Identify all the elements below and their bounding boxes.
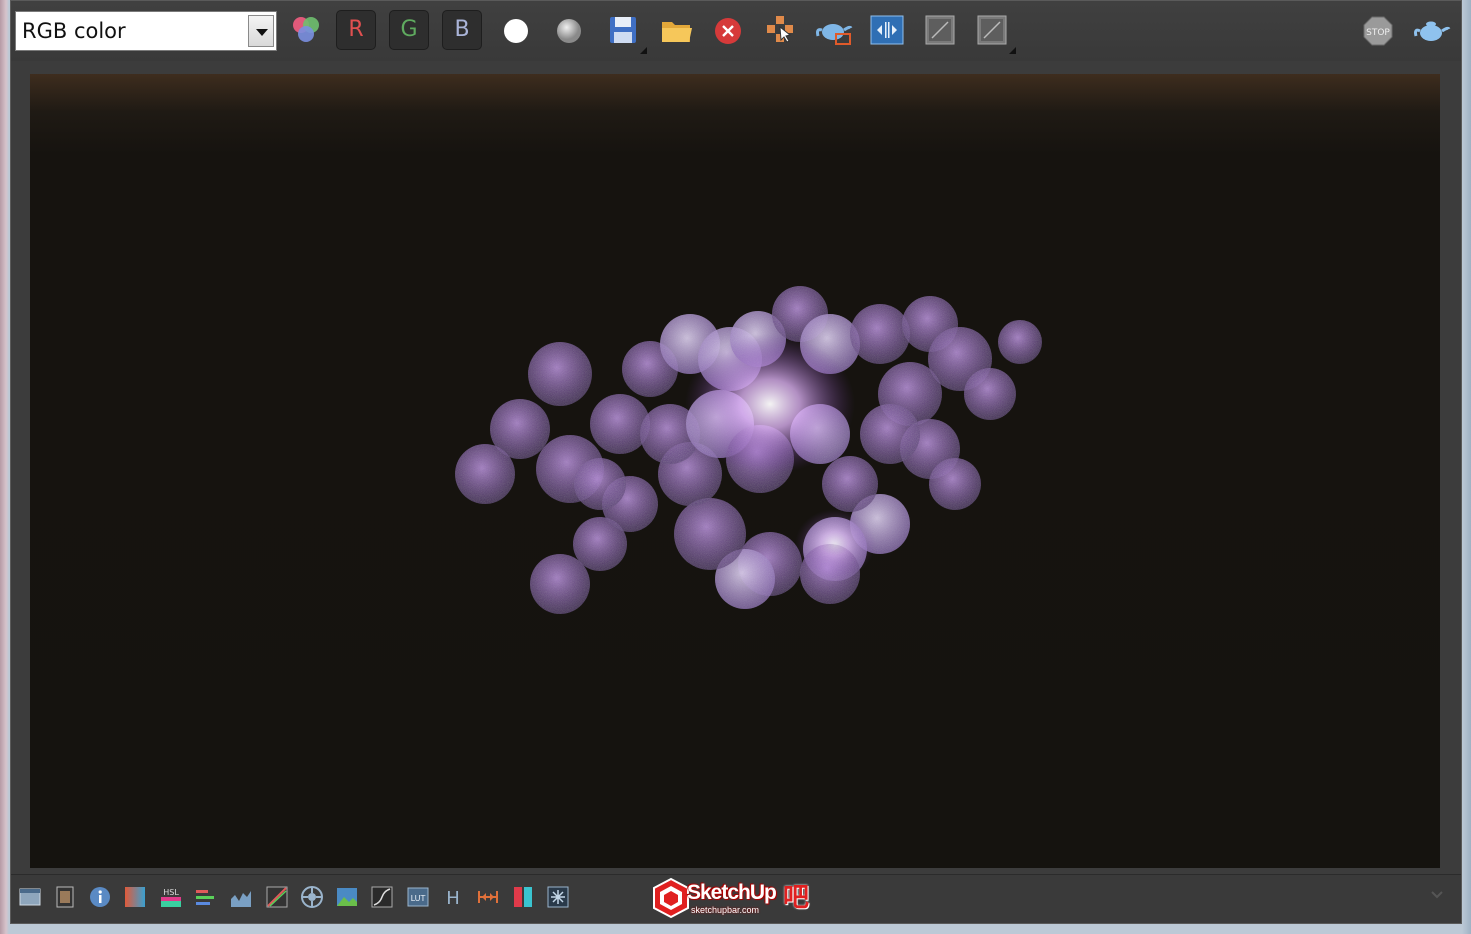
image-a-button[interactable] [920,10,960,50]
channel-select-value: RGB color [22,19,126,43]
folder-icon [662,22,692,42]
snowflake-icon[interactable] [546,885,570,909]
aperture-icon[interactable] [300,885,324,909]
sketchupbar-watermark: SketchUp sketchupbar.com 吧 [651,877,821,919]
blue-channel-button[interactable]: B [442,10,482,50]
display-color-channels-button[interactable] [287,10,327,50]
green-channel-label: G [400,17,418,42]
region-select-icon [767,16,793,43]
image-a-icon [925,15,955,45]
mono-alpha-button[interactable] [549,10,589,50]
image-b-button[interactable] [972,10,1016,54]
svg-text:H: H [446,888,460,909]
gray-circle-icon [557,19,581,43]
save-image-button[interactable] [603,10,647,54]
watermark-badge: 吧 [783,882,810,912]
color-gradient-icon[interactable] [123,885,147,909]
stop-icon: STOP [1363,16,1393,46]
chevron-down-icon[interactable] [1429,887,1445,903]
film-strip-icon[interactable] [53,885,77,909]
watermark-site: sketchupbar.com [691,905,760,915]
resize-horizontal-icon[interactable] [476,885,500,909]
svg-text:STOP: STOP [1366,28,1390,38]
window-icon[interactable] [18,885,42,909]
svg-text:LUT: LUT [411,894,426,903]
svg-text:HSL: HSL [163,888,179,897]
close-icon [715,18,741,44]
top-toolbar: RGB color R G B STOP [11,1,1461,61]
render-region-button[interactable] [814,10,854,50]
split-view-icon[interactable] [511,885,535,909]
lut-icon[interactable]: LUT [406,885,430,909]
floppy-disk-icon [610,17,636,43]
white-alpha-button[interactable] [496,10,536,50]
graph-icon[interactable] [370,885,394,909]
h-icon[interactable]: H [441,885,465,909]
teapot-icon [1414,21,1451,41]
histogram-icon[interactable] [229,885,253,909]
white-circle-icon [504,19,528,43]
bottom-toolbar: HSL LUT H SketchUp sketchupbar.com 吧 [11,874,1461,923]
compare-button[interactable] [867,10,907,50]
blue-channel-label: B [454,17,470,42]
render-button[interactable] [1411,10,1451,50]
channel-select[interactable]: RGB color [15,11,277,51]
image-b-icon [977,15,1007,45]
red-channel-label: R [348,17,364,42]
green-channel-button[interactable]: G [389,10,429,50]
hsl-icon[interactable]: HSL [159,885,183,909]
rendered-image [455,286,1042,614]
render-viewport[interactable] [30,74,1440,868]
sketchup-logo-icon [653,877,689,919]
image-landscape-icon[interactable] [335,885,359,909]
frame-buffer-window: RGB color R G B STOP HSL LUT H SketchUp … [10,0,1462,924]
rgb-circles-icon [293,17,319,42]
levels-icon[interactable] [194,885,218,909]
track-mouse-button[interactable] [761,10,801,50]
red-channel-button[interactable]: R [336,10,376,50]
teapot-render-icon [816,24,853,45]
info-icon[interactable] [88,885,112,909]
curves-icon[interactable] [265,885,289,909]
stop-render-button[interactable]: STOP [1358,10,1398,50]
compare-ab-icon [870,15,904,45]
clear-frame-button[interactable] [708,10,748,50]
open-image-button[interactable] [656,10,696,50]
dropdown-arrow-icon[interactable] [248,15,274,47]
watermark-brand: SketchUp [687,881,777,904]
